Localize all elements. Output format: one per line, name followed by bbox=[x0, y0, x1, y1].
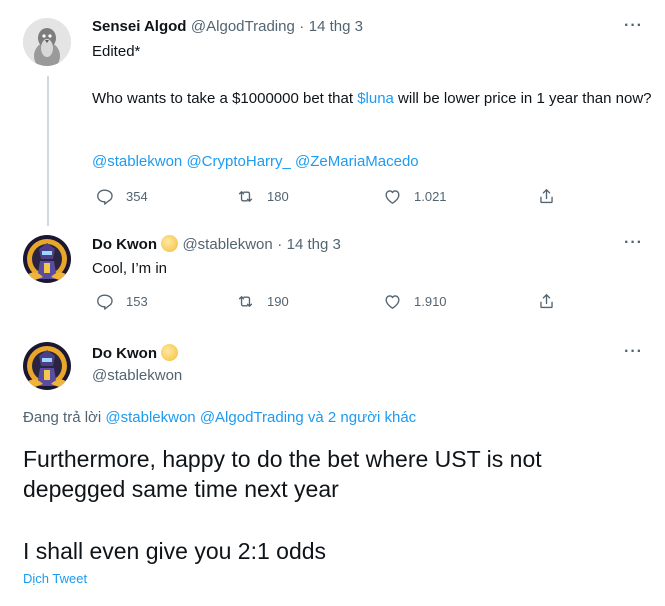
separator-dot: · bbox=[277, 236, 283, 253]
reply-icon bbox=[97, 189, 113, 205]
replying-users[interactable]: @stablekwon @AlgodTrading bbox=[105, 409, 303, 426]
tweet2-header: Do Kwon @stablekwon · 14 thg 3 bbox=[92, 235, 341, 254]
cashtag-luna[interactable]: $luna bbox=[357, 90, 394, 107]
retweet-button[interactable]: 190 bbox=[236, 292, 289, 311]
mention-cryptoharry[interactable]: @CryptoHarry_ bbox=[186, 153, 290, 170]
tweet1-edited-line: Edited* bbox=[92, 43, 141, 60]
tweet3-paragraph-2: I shall even give you 2:1 odds bbox=[23, 538, 327, 564]
like-icon bbox=[385, 190, 400, 204]
tweet2-body: Cool, I’m in bbox=[92, 260, 168, 277]
more-icon[interactable]: ··· bbox=[624, 17, 643, 35]
reply-icon bbox=[97, 294, 113, 310]
author-handle[interactable]: @stablekwon bbox=[182, 236, 272, 253]
like-icon bbox=[385, 295, 400, 309]
author-handle[interactable]: @stablekwon bbox=[92, 367, 182, 384]
share-icon bbox=[540, 189, 553, 204]
author-name[interactable]: Do Kwon bbox=[92, 236, 157, 253]
author-handle[interactable]: @AlgodTrading bbox=[191, 18, 295, 35]
like-count: 1.021 bbox=[414, 189, 447, 204]
reply-count: 354 bbox=[126, 189, 148, 204]
tweet1-body-post: will be lower price in 1 year than now? bbox=[393, 90, 652, 107]
replying-others[interactable]: và 2 người khác bbox=[308, 409, 416, 426]
mention-zemariamacedo[interactable]: @ZeMariaMacedo bbox=[295, 153, 419, 170]
translate-tweet-link[interactable]: Dịch Tweet bbox=[23, 571, 87, 586]
more-icon[interactable]: ··· bbox=[624, 343, 643, 361]
like-count: 1.910 bbox=[414, 294, 447, 309]
reply-count: 153 bbox=[126, 294, 148, 309]
retweet-button[interactable]: 180 bbox=[236, 187, 289, 206]
share-button[interactable] bbox=[537, 292, 568, 311]
tweet3-paragraph-1: Furthermore, happy to do the bet where U… bbox=[23, 446, 542, 502]
retweet-icon bbox=[238, 191, 253, 202]
avatar-do-kwon[interactable] bbox=[23, 342, 71, 390]
tweet3-header: Do Kwon bbox=[92, 344, 178, 363]
share-icon bbox=[540, 294, 553, 309]
avatar-sensei-algod[interactable] bbox=[23, 18, 71, 66]
retweet-count: 190 bbox=[267, 294, 289, 309]
thread-line bbox=[47, 76, 49, 226]
retweet-icon bbox=[238, 296, 253, 307]
tweet-date[interactable]: 14 thg 3 bbox=[287, 236, 341, 253]
separator-dot: · bbox=[299, 18, 305, 35]
retweet-count: 180 bbox=[267, 189, 289, 204]
author-name[interactable]: Do Kwon bbox=[92, 345, 157, 362]
tweet1-body: Who wants to take a $1000000 bet that $l… bbox=[92, 89, 652, 109]
reply-button[interactable]: 153 bbox=[95, 292, 148, 311]
tweet1-mentions: @stablekwon @CryptoHarry_ @ZeMariaMacedo bbox=[92, 152, 419, 172]
more-icon[interactable]: ··· bbox=[624, 234, 643, 252]
like-button[interactable]: 1.021 bbox=[383, 187, 447, 206]
avatar-do-kwon[interactable] bbox=[23, 235, 71, 283]
tweet1-header: Sensei Algod @AlgodTrading · 14 thg 3 bbox=[92, 18, 363, 36]
tweet-date[interactable]: 14 thg 3 bbox=[309, 18, 363, 35]
mention-stablekwon[interactable]: @stablekwon bbox=[92, 153, 182, 170]
moon-badge-icon bbox=[161, 344, 178, 361]
tweet1-body-pre: Who wants to take a $1000000 bet that bbox=[92, 90, 358, 107]
share-button[interactable] bbox=[537, 187, 568, 206]
replying-to: Đang trả lời @stablekwon @AlgodTrading v… bbox=[23, 409, 416, 426]
author-name[interactable]: Sensei Algod bbox=[92, 18, 186, 35]
reply-button[interactable]: 354 bbox=[95, 187, 148, 206]
like-button[interactable]: 1.910 bbox=[383, 292, 447, 311]
replying-prefix: Đang trả lời bbox=[23, 409, 102, 426]
moon-badge-icon bbox=[161, 235, 178, 252]
